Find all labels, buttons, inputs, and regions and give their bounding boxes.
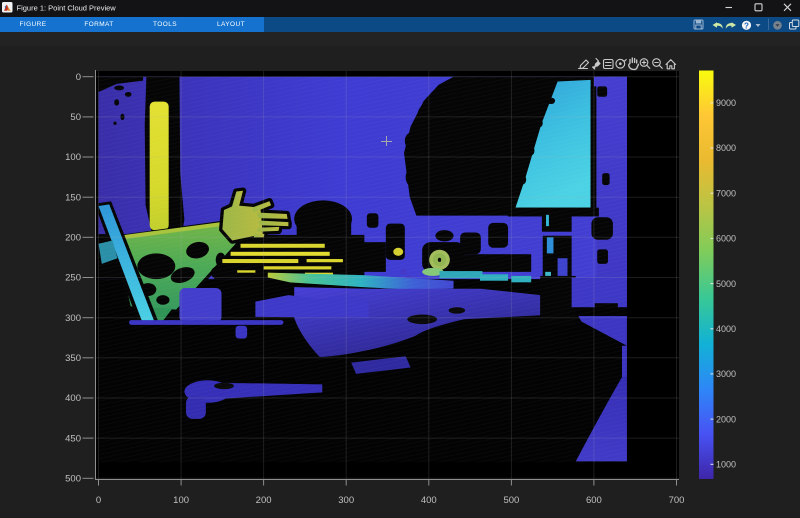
svg-text:6000: 6000 [716, 234, 736, 244]
svg-text:300: 300 [338, 495, 354, 506]
svg-text:300: 300 [65, 313, 81, 324]
svg-text:0: 0 [96, 495, 101, 506]
svg-text:4000: 4000 [716, 324, 736, 334]
svg-text:500: 500 [65, 474, 81, 485]
svg-text:Figure 1: Point Cloud Preview: Figure 1: Point Cloud Preview [17, 3, 117, 12]
svg-text:450: 450 [65, 433, 81, 444]
svg-text:2000: 2000 [716, 414, 736, 424]
svg-text:?: ? [744, 21, 749, 30]
svg-text:8000: 8000 [716, 143, 736, 153]
svg-text:100: 100 [65, 152, 81, 163]
svg-text:7000: 7000 [716, 188, 736, 198]
svg-text:100: 100 [173, 495, 189, 506]
svg-text:50: 50 [70, 112, 81, 123]
svg-text:250: 250 [65, 273, 81, 284]
svg-text:400: 400 [421, 495, 437, 506]
svg-text:200: 200 [65, 233, 81, 244]
svg-text:400: 400 [65, 393, 81, 404]
svg-text:1000: 1000 [716, 460, 736, 470]
svg-text:350: 350 [65, 353, 81, 364]
svg-text:200: 200 [256, 495, 272, 506]
svg-text:3000: 3000 [716, 369, 736, 379]
svg-text:150: 150 [65, 192, 81, 203]
svg-text:500: 500 [503, 495, 519, 506]
svg-text:700: 700 [669, 495, 685, 506]
svg-text:9000: 9000 [716, 98, 736, 108]
svg-text:600: 600 [586, 495, 602, 506]
svg-text:5000: 5000 [716, 279, 736, 289]
svg-text:0: 0 [76, 72, 81, 83]
